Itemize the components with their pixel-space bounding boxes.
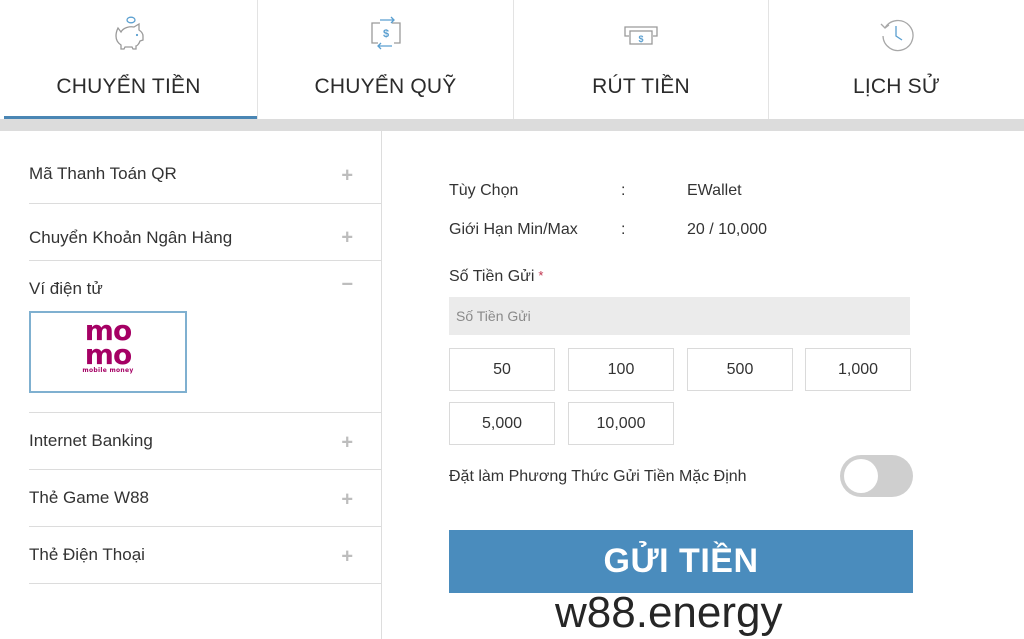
accordion-item-internet-banking[interactable]: Internet Banking + xyxy=(29,413,381,470)
quick-amount-button[interactable]: 10,000 xyxy=(568,402,674,445)
accordion-title: Chuyển Khoản Ngân Hàng xyxy=(29,228,233,247)
accordion-item-phone-card[interactable]: Thẻ Điện Thoại + xyxy=(29,527,381,584)
accordion-header[interactable]: Ví điện tử − xyxy=(29,261,381,317)
accordion-item-ewallet[interactable]: Ví điện tử − mo mo mobile money xyxy=(29,261,381,413)
piggy-bank-icon xyxy=(114,16,144,50)
accordion-item-qr[interactable]: Mã Thanh Toán QR + xyxy=(29,147,381,204)
momo-logo-subtitle: mobile money xyxy=(82,367,134,374)
quick-amount-button[interactable]: 500 xyxy=(687,348,793,391)
default-method-label: Đặt làm Phương Thức Gửi Tiền Mặc Định xyxy=(449,468,747,485)
tab-chuyen-quy[interactable]: $ CHUYỂN QUỸ xyxy=(258,0,514,119)
accordion-title: Mã Thanh Toán QR xyxy=(29,164,177,183)
option-label: Tùy Chọn xyxy=(449,182,519,199)
accordion-item-game-card[interactable]: Thẻ Game W88 + xyxy=(29,470,381,527)
accordion-title: Ví điện tử xyxy=(29,279,103,298)
cash-withdraw-icon: $ xyxy=(624,26,658,45)
tab-label: LỊCH SỬ xyxy=(852,75,941,98)
tab-lich-su[interactable]: LỊCH SỬ xyxy=(769,0,1024,119)
watermark-text: w88.energy xyxy=(555,588,783,637)
accordion-header[interactable]: Internet Banking + xyxy=(29,413,381,469)
plus-icon[interactable]: + xyxy=(341,546,353,569)
history-clock-icon xyxy=(880,19,914,52)
colon: : xyxy=(621,182,626,199)
plus-icon[interactable]: + xyxy=(341,227,353,250)
required-mark: * xyxy=(538,268,544,283)
default-method-toggle[interactable] xyxy=(840,455,913,497)
limit-value: 20 / 10,000 xyxy=(687,221,768,238)
tab-label: RÚT TIỀN xyxy=(592,75,690,98)
limit-label: Giới Hạn Min/Max xyxy=(449,221,578,238)
option-value: EWallet xyxy=(687,182,742,199)
colon: : xyxy=(621,221,626,238)
deposit-form: Tùy Chọn : EWallet Giới Hạn Min/Max : 20… xyxy=(449,131,913,639)
toggle-knob xyxy=(844,459,878,493)
accordion-title: Internet Banking xyxy=(29,431,153,450)
momo-logo: mo mo mobile money xyxy=(82,317,134,375)
plus-icon[interactable]: + xyxy=(341,432,353,455)
amount-input[interactable] xyxy=(449,297,910,335)
accordion-title: Thẻ Điện Thoại xyxy=(29,545,145,564)
quick-amount-button[interactable]: 5,000 xyxy=(449,402,555,445)
svg-text:$: $ xyxy=(638,34,643,44)
quick-amount-button[interactable]: 1,000 xyxy=(805,348,911,391)
accordion-title: Thẻ Game W88 xyxy=(29,488,149,507)
tab-chuyen-tien[interactable]: CHUYỂN TIỀN xyxy=(0,0,258,119)
plus-icon[interactable]: + xyxy=(341,489,353,512)
accordion-item-bank-transfer[interactable]: Chuyển Khoản Ngân Hàng + xyxy=(29,204,381,261)
minus-icon[interactable]: − xyxy=(341,274,353,297)
svg-text:$: $ xyxy=(382,28,388,40)
amount-label-text: Số Tiền Gửi xyxy=(449,268,535,285)
submit-deposit-button[interactable]: GỬI TIỀN xyxy=(449,530,913,593)
payment-method-sidebar: Mã Thanh Toán QR + Chuyển Khoản Ngân Hàn… xyxy=(0,131,382,639)
quick-amount-button[interactable]: 100 xyxy=(568,348,674,391)
accordion-header[interactable]: Thẻ Game W88 + xyxy=(29,470,381,526)
tab-label: CHUYỂN QUỸ xyxy=(314,75,457,98)
momo-logo-bottom: mo xyxy=(84,338,132,371)
accordion-header[interactable]: Thẻ Điện Thoại + xyxy=(29,527,381,583)
transfer-dollar-icon: $ xyxy=(370,16,401,50)
momo-option[interactable]: mo mo mobile money xyxy=(29,311,187,393)
tab-rut-tien[interactable]: $ RÚT TIỀN xyxy=(514,0,769,119)
tab-label: CHUYỂN TIỀN xyxy=(56,75,201,98)
amount-label: Số Tiền Gửi * xyxy=(449,268,543,286)
quick-amount-button[interactable]: 50 xyxy=(449,348,555,391)
tab-divider-band xyxy=(0,119,1024,131)
accordion-header[interactable]: Chuyển Khoản Ngân Hàng + xyxy=(29,204,381,260)
accordion-header[interactable]: Mã Thanh Toán QR + xyxy=(29,147,381,203)
top-tabs: CHUYỂN TIỀN $ CHUYỂN QUỸ $ RÚT TIỀN LỊCH… xyxy=(0,0,1024,119)
plus-icon[interactable]: + xyxy=(341,165,353,188)
